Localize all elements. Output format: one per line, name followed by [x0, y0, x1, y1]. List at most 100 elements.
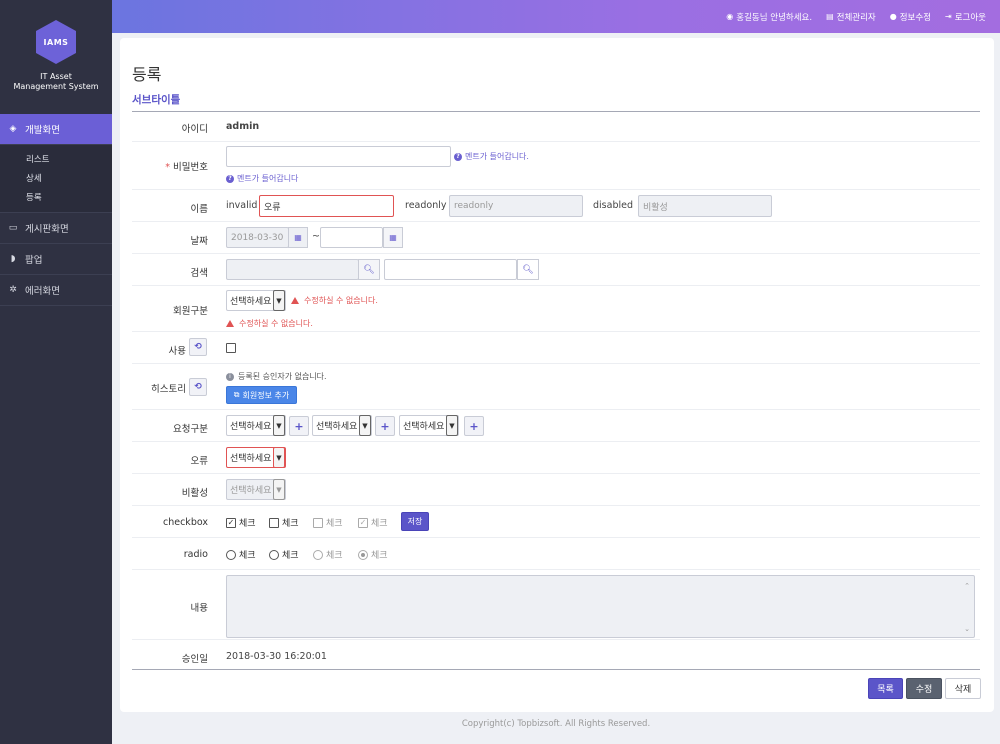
delete-button[interactable]: 삭제: [945, 678, 981, 699]
admin-link-text: 전체관리자: [836, 12, 876, 23]
radio-label: radio: [183, 549, 208, 560]
request-select-3-value: 선택하세요: [403, 422, 445, 432]
sidebar-item-popup[interactable]: ◗ 팝업: [0, 244, 112, 275]
history-label: 히스토리: [151, 384, 186, 395]
checkbox-box: [269, 517, 279, 528]
iams-logo[interactable]: IAMS: [36, 20, 76, 64]
user-circle-icon: ◉: [726, 12, 734, 21]
row-radio: radio 체크 체크 체크 체크: [132, 538, 980, 570]
plus-icon: +: [294, 419, 304, 433]
save-button[interactable]: 저장: [401, 512, 429, 531]
checkbox-box: [226, 343, 236, 353]
radio-item-4: 체크: [358, 548, 388, 561]
logout-link[interactable]: ⇥ 로그아웃: [945, 11, 986, 23]
history-note: i 등록된 승인자가 없습니다.: [226, 371, 327, 382]
row-password: * 비밀번호 ? 멘트가 들어갑니다. ? 멘트가 들어갑니다: [132, 142, 980, 190]
plus-icon: +: [380, 419, 390, 433]
row-use: 사용 ⟲: [132, 332, 980, 364]
request-select-2[interactable]: 선택하세요 ▼: [312, 415, 372, 436]
row-history: 히스토리 ⟲ i 등록된 승인자가 없습니다. ⧉ 회원정보 추가: [132, 364, 980, 410]
date-from-value: 2018-03-30: [231, 232, 284, 243]
sidebar-item-error[interactable]: ✲ 에러화면: [0, 275, 112, 306]
history-icon[interactable]: ⟲: [189, 338, 207, 356]
sidebar-subnav: 리스트 상세 등록: [0, 145, 112, 213]
list-button[interactable]: 목록: [868, 678, 903, 699]
disabled-select-value: 선택하세요: [230, 486, 272, 496]
name-invalid-field[interactable]: 오류: [259, 195, 394, 217]
row-member: 회원구분 선택하세요 ▼ 수정하실 수 없습니다. 수정하실 수 없습니다.: [132, 286, 980, 332]
row-approved: 승인일 2018-03-30 16:20:01: [132, 640, 980, 669]
history-icon[interactable]: ⟲: [189, 378, 207, 396]
calendar-icon[interactable]: ▦: [383, 227, 403, 248]
chevron-down-icon: ▼: [359, 415, 371, 436]
edit-button[interactable]: 수정: [906, 678, 942, 699]
member-select[interactable]: 선택하세요 ▼: [226, 290, 286, 311]
checkbox-item-2[interactable]: 체크: [269, 516, 299, 529]
history-note-text: 등록된 승인자가 없습니다.: [238, 372, 327, 381]
warning-icon: [226, 320, 234, 327]
search-icon[interactable]: 🔍︎: [517, 259, 539, 280]
admin-link[interactable]: ▤ 전체관리자: [826, 11, 876, 23]
checkbox-item-2-label: 체크: [282, 519, 299, 529]
readonly-label: readonly: [405, 200, 447, 211]
password-hint-below: ? 멘트가 들어갑니다: [226, 173, 298, 184]
sidebar-item-label: 게시판화면: [25, 224, 69, 235]
check-icon: ✓: [358, 517, 368, 528]
search-icon[interactable]: 🔍︎: [358, 259, 380, 280]
radio-item-3-label: 체크: [326, 551, 343, 561]
password-hint-inline: ? 멘트가 들어갑니다.: [454, 151, 529, 162]
search-input-1[interactable]: [226, 259, 359, 280]
radio-item-1[interactable]: 체크: [226, 548, 256, 561]
profile-edit-link[interactable]: ● 정보수정: [890, 11, 931, 23]
subnav-item-list[interactable]: 리스트: [0, 151, 112, 170]
add-button-2[interactable]: +: [375, 416, 395, 436]
name-readonly-field[interactable]: readonly: [449, 195, 583, 217]
row-checkbox: checkbox ✓ 체크 체크 체크 ✓ 체크 저장: [132, 506, 980, 538]
date-to-field[interactable]: [320, 227, 383, 248]
radio-item-1-label: 체크: [239, 551, 256, 561]
warning-icon: [291, 297, 299, 304]
request-label: 요청구분: [173, 424, 208, 435]
subnav-item-detail[interactable]: 상세: [0, 170, 112, 189]
name-readonly-value: readonly: [454, 201, 494, 211]
radio-circle-checked: [358, 549, 368, 560]
checkbox-item-3-label: 체크: [326, 519, 343, 529]
scroll-down-icon[interactable]: ⌄: [964, 625, 970, 633]
password-label: * 비밀번호: [132, 159, 208, 173]
radio-item-2-label: 체크: [282, 551, 299, 561]
search-input-2[interactable]: [384, 259, 517, 280]
id-label: 아이디: [181, 124, 208, 135]
password-field[interactable]: [226, 146, 451, 167]
chevron-down-icon: ▼: [273, 290, 285, 311]
use-checkbox[interactable]: [226, 343, 239, 353]
row-date: 날짜 2018-03-30 ▦ ~ ▦: [132, 222, 980, 254]
request-select-1-value: 선택하세요: [230, 422, 272, 432]
chevron-down-icon: ▼: [273, 447, 285, 468]
scroll-up-icon[interactable]: ⌃: [964, 582, 970, 590]
add-member-label: 회원정보 추가: [242, 390, 290, 400]
password-label-text: 비밀번호: [173, 162, 208, 173]
request-select-3[interactable]: 선택하세요 ▼: [399, 415, 459, 436]
error-select[interactable]: 선택하세요 ▼: [226, 447, 286, 468]
check-icon: ✓: [226, 517, 236, 528]
calendar-icon[interactable]: ▦: [288, 227, 308, 248]
radio-circle: [313, 549, 323, 560]
monitor-icon: ▭: [8, 223, 18, 233]
checkbox-item-4-label: 체크: [371, 519, 388, 529]
sidebar-item-dev[interactable]: ◈ 개발화면: [0, 114, 112, 145]
id-value: admin: [226, 121, 260, 132]
sidebar-item-board[interactable]: ▭ 게시판화면: [0, 213, 112, 244]
radio-item-2[interactable]: 체크: [269, 548, 299, 561]
content-textarea[interactable]: ⌃ ⌄: [226, 575, 975, 638]
request-select-1[interactable]: 선택하세요 ▼: [226, 415, 286, 436]
brand-line2: Management System: [13, 82, 99, 91]
password-hint-text-2: 멘트가 들어갑니다: [237, 174, 299, 183]
plus-icon: +: [469, 419, 479, 433]
subnav-item-register[interactable]: 등록: [0, 189, 112, 208]
add-button-1[interactable]: +: [289, 416, 309, 436]
checkbox-item-1[interactable]: ✓ 체크: [226, 516, 256, 529]
add-member-button[interactable]: ⧉ 회원정보 추가: [226, 386, 297, 404]
add-button-3[interactable]: +: [464, 416, 484, 436]
date-from-field[interactable]: 2018-03-30: [226, 227, 289, 248]
chevron-down-icon: ▼: [273, 415, 285, 436]
